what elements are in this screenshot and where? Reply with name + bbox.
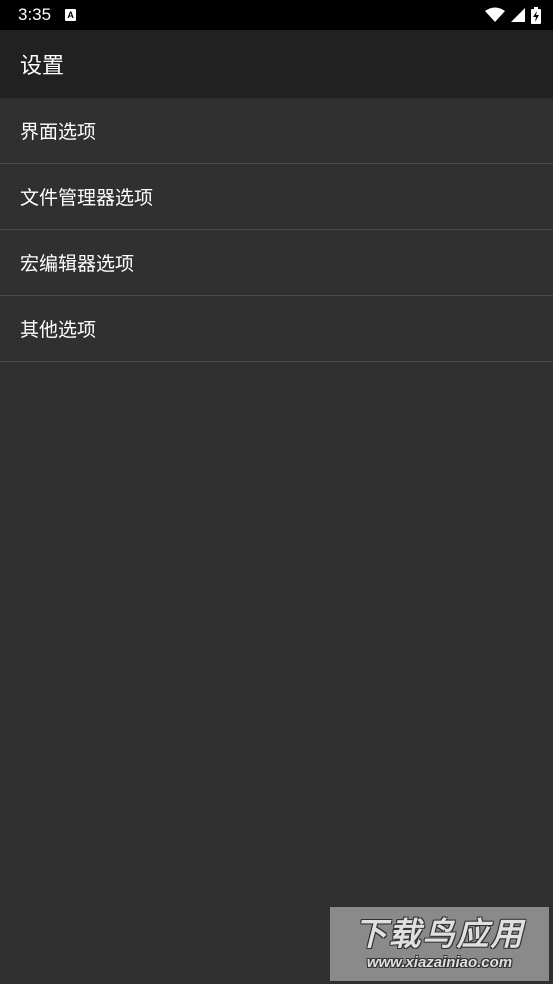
- notification-a-icon: A: [65, 9, 77, 21]
- battery-charging-icon: [531, 6, 541, 24]
- notification-a-letter: A: [67, 10, 74, 20]
- status-time: 3:35: [18, 5, 52, 24]
- watermark-url: www.xiazainiao.com: [366, 954, 513, 971]
- watermark-logo-text: 下载鸟应用: [354, 915, 525, 953]
- pref-item-label: 界面选项: [20, 121, 97, 143]
- settings-screen: 3:35 A 设置 界面选项 文件管理器选项 宏编辑器选项 其他选项 下载鸟应用…: [0, 0, 553, 984]
- pref-item-other-options[interactable]: 其他选项: [0, 296, 553, 362]
- status-right: [485, 6, 541, 24]
- status-bar: 3:35 A: [0, 0, 553, 30]
- watermark-logo: 下载鸟应用 www.xiazainiao.com: [330, 907, 549, 981]
- pref-item-macro-editor-options[interactable]: 宏编辑器选项: [0, 230, 553, 296]
- signal-icon: [511, 8, 525, 22]
- pref-item-label: 文件管理器选项: [20, 187, 154, 209]
- pref-item-interface-options[interactable]: 界面选项: [0, 98, 553, 164]
- pref-item-label: 其他选项: [20, 319, 97, 341]
- status-left: 3:35 A: [18, 5, 77, 25]
- preference-list: 界面选项 文件管理器选项 宏编辑器选项 其他选项: [0, 98, 553, 362]
- pref-item-label: 宏编辑器选项: [20, 253, 135, 275]
- wifi-icon: [485, 7, 505, 22]
- page-title: 设置: [20, 54, 65, 79]
- app-bar: 设置: [0, 30, 553, 98]
- pref-item-file-manager-options[interactable]: 文件管理器选项: [0, 164, 553, 230]
